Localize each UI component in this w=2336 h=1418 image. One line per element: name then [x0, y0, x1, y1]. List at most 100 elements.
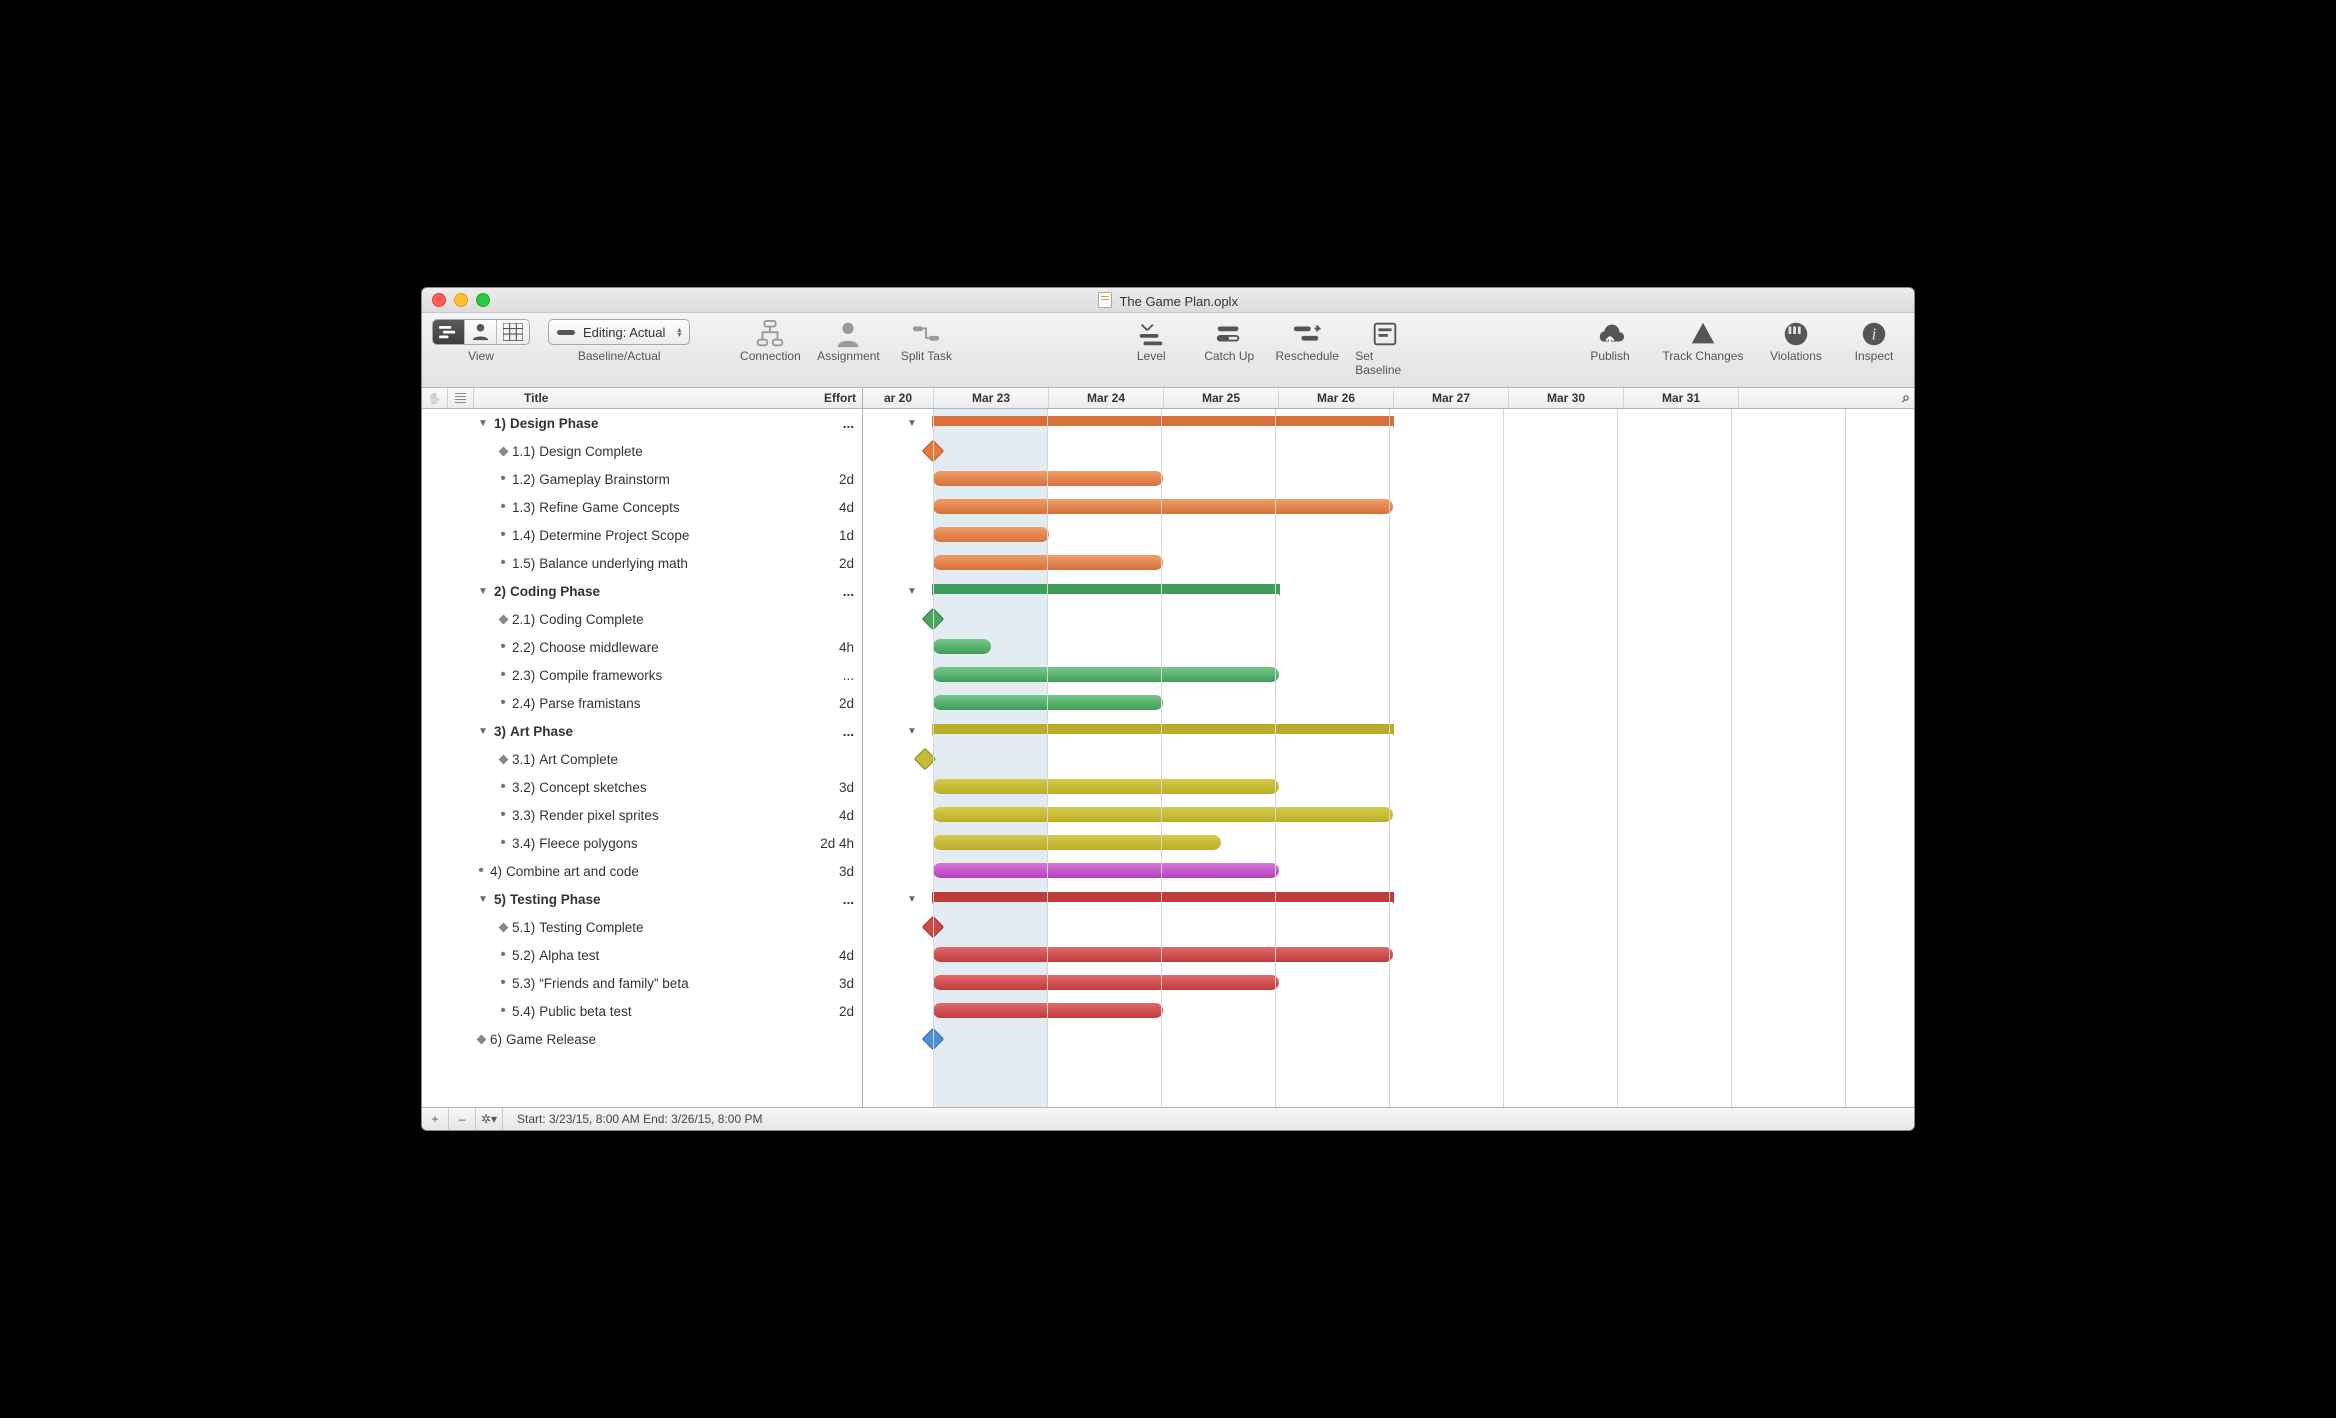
task-row[interactable]: •2.3)Compile frameworks... — [422, 661, 862, 689]
task-effort[interactable]: 2d — [839, 472, 854, 487]
task-title[interactable]: “Friends and family” beta — [539, 976, 688, 991]
task-bar[interactable] — [933, 807, 1393, 822]
disclosure-triangle-icon[interactable]: ▼ — [907, 418, 917, 429]
task-title[interactable]: Game Release — [506, 1032, 596, 1047]
task-group-row[interactable]: ▼5)Testing Phase... — [422, 885, 862, 913]
task-bar[interactable] — [933, 975, 1279, 990]
task-bar[interactable] — [933, 695, 1163, 710]
task-title[interactable]: Coding Phase — [510, 584, 600, 599]
zoom-icon[interactable] — [476, 293, 490, 307]
hand-icon[interactable] — [422, 388, 448, 408]
summary-bar[interactable] — [933, 584, 1279, 594]
violations-button[interactable]: Violations — [1766, 319, 1826, 363]
summary-bar[interactable] — [933, 892, 1393, 902]
reschedule-button[interactable]: Reschedule — [1277, 319, 1337, 363]
task-row[interactable]: •1.2)Gameplay Brainstorm2d — [422, 465, 862, 493]
task-bar[interactable] — [933, 1003, 1163, 1018]
task-row[interactable]: •5.4)Public beta test2d — [422, 997, 862, 1025]
task-title[interactable]: Refine Game Concepts — [539, 500, 679, 515]
assignment-button[interactable]: Assignment — [818, 319, 878, 363]
connection-button[interactable]: Connection — [740, 319, 800, 363]
task-title[interactable]: Design Complete — [539, 444, 643, 459]
task-effort[interactable]: 2d 4h — [820, 836, 854, 851]
task-effort[interactable]: 1d — [839, 528, 854, 543]
disclosure-triangle-icon[interactable]: ▼ — [476, 586, 490, 597]
task-title[interactable]: Alpha test — [539, 948, 599, 963]
inspect-button[interactable]: i Inspect — [1844, 319, 1904, 363]
disclosure-triangle-icon[interactable]: ▼ — [476, 726, 490, 737]
task-effort[interactable]: ... — [843, 584, 854, 599]
task-effort[interactable]: 4d — [839, 948, 854, 963]
task-effort[interactable]: 4h — [839, 640, 854, 655]
task-effort[interactable]: 3d — [839, 976, 854, 991]
task-bar[interactable] — [933, 835, 1221, 850]
task-title[interactable]: Balance underlying math — [539, 556, 688, 571]
task-row[interactable]: •3.4)Fleece polygons2d 4h — [422, 829, 862, 857]
track-changes-button[interactable]: Track Changes — [1658, 319, 1748, 363]
task-effort[interactable]: 2d — [839, 696, 854, 711]
milestone-row[interactable]: 1.1)Design Complete — [422, 437, 862, 465]
split-task-button[interactable]: Split Task — [896, 319, 956, 363]
task-title[interactable]: Determine Project Scope — [539, 528, 689, 543]
task-title[interactable]: Choose middleware — [539, 640, 658, 655]
task-bar[interactable] — [933, 947, 1393, 962]
close-icon[interactable] — [432, 293, 446, 307]
disclosure-triangle-icon[interactable]: ▼ — [907, 894, 917, 905]
task-row[interactable]: •4)Combine art and code3d — [422, 857, 862, 885]
task-bar[interactable] — [933, 667, 1279, 682]
task-effort[interactable]: 2d — [839, 556, 854, 571]
remove-task-button[interactable]: – — [449, 1108, 476, 1130]
set-baseline-button[interactable]: Set Baseline — [1355, 319, 1415, 377]
task-effort[interactable]: 3d — [839, 864, 854, 879]
task-effort[interactable]: 4d — [839, 500, 854, 515]
stepper-icon[interactable]: ▴▾ — [677, 327, 681, 337]
minimize-icon[interactable] — [454, 293, 468, 307]
level-button[interactable]: Level — [1121, 319, 1181, 363]
task-effort[interactable]: ... — [843, 892, 854, 907]
milestone-row[interactable]: 5.1)Testing Complete — [422, 913, 862, 941]
zoom-icon[interactable]: ⌕ — [1902, 389, 1910, 406]
task-effort[interactable]: ... — [843, 416, 854, 431]
task-group-row[interactable]: ▼2)Coding Phase... — [422, 577, 862, 605]
effort-column-header[interactable]: Effort — [801, 391, 862, 405]
task-title[interactable]: Combine art and code — [506, 864, 639, 879]
task-group-row[interactable]: ▼1)Design Phase... — [422, 409, 862, 437]
task-title[interactable]: Concept sketches — [539, 780, 646, 795]
task-row[interactable]: •1.4)Determine Project Scope1d — [422, 521, 862, 549]
task-bar[interactable] — [933, 499, 1393, 514]
publish-button[interactable]: Publish — [1580, 319, 1640, 363]
task-group-row[interactable]: ▼3)Art Phase... — [422, 717, 862, 745]
task-title[interactable]: Art Phase — [510, 724, 573, 739]
resource-view-button[interactable] — [465, 320, 497, 344]
disclosure-triangle-icon[interactable]: ▼ — [907, 726, 917, 737]
task-title[interactable]: Coding Complete — [539, 612, 643, 627]
task-title[interactable]: Testing Complete — [539, 920, 643, 935]
task-bar[interactable] — [933, 863, 1279, 878]
summary-bar[interactable] — [933, 724, 1393, 734]
task-title[interactable]: Public beta test — [539, 1004, 631, 1019]
task-row[interactable]: •1.5)Balance underlying math2d — [422, 549, 862, 577]
disclosure-triangle-icon[interactable]: ▼ — [476, 418, 490, 429]
baseline-selector[interactable]: Editing: Actual ▴▾ — [548, 319, 690, 345]
disclosure-triangle-icon[interactable]: ▼ — [907, 586, 917, 597]
task-bar[interactable] — [933, 471, 1163, 486]
task-bar[interactable] — [933, 555, 1163, 570]
task-bar[interactable] — [933, 527, 1049, 542]
task-row[interactable]: •1.3)Refine Game Concepts4d — [422, 493, 862, 521]
task-title[interactable]: Design Phase — [510, 416, 599, 431]
task-row[interactable]: •2.2)Choose middleware4h — [422, 633, 862, 661]
task-bar[interactable] — [933, 779, 1279, 794]
notes-column-icon[interactable] — [448, 388, 474, 408]
task-row[interactable]: •3.3)Render pixel sprites4d — [422, 801, 862, 829]
milestone-row[interactable]: 6)Game Release — [422, 1025, 862, 1053]
task-effort[interactable]: 3d — [839, 780, 854, 795]
disclosure-triangle-icon[interactable]: ▼ — [476, 894, 490, 905]
task-title[interactable]: Art Complete — [539, 752, 618, 767]
task-effort[interactable]: ... — [843, 668, 854, 683]
title-column-header[interactable]: Title — [474, 391, 801, 405]
task-bar[interactable] — [933, 639, 991, 654]
milestone-row[interactable]: 2.1)Coding Complete — [422, 605, 862, 633]
task-title[interactable]: Fleece polygons — [539, 836, 637, 851]
task-row[interactable]: •3.2)Concept sketches3d — [422, 773, 862, 801]
task-effort[interactable]: ... — [843, 724, 854, 739]
